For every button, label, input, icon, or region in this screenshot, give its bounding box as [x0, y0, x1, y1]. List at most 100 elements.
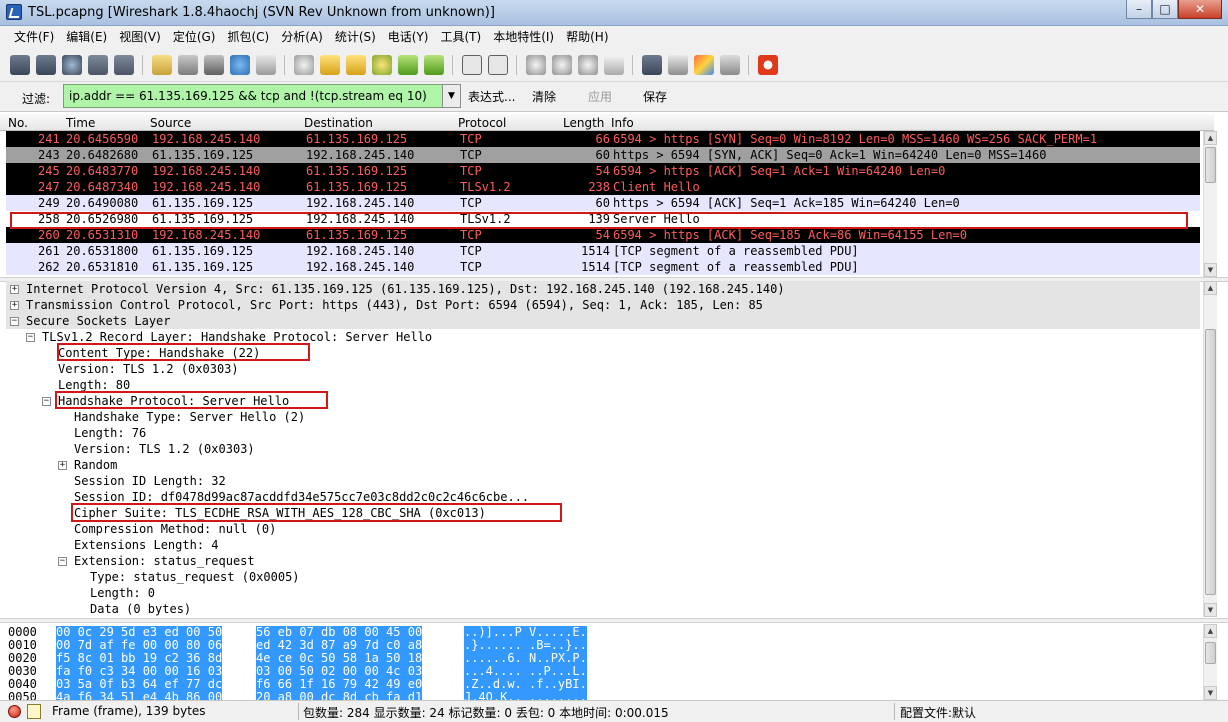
menu-file[interactable]: 文件(F) [8, 26, 60, 48]
help-icon[interactable] [758, 55, 778, 75]
column-header-protocol[interactable]: Protocol [458, 116, 506, 130]
resize-columns-icon[interactable] [604, 55, 624, 75]
menu-view[interactable]: 视图(V) [113, 26, 167, 48]
menu-telephony[interactable]: 电话(Y) [382, 26, 435, 48]
print-icon[interactable] [256, 55, 276, 75]
menu-edit[interactable]: 编辑(E) [60, 26, 113, 48]
packet-details-tree[interactable]: + Internet Protocol Version 4, Src: 61.13… [6, 281, 1200, 617]
go-first-icon[interactable] [398, 55, 418, 75]
collapse-icon[interactable]: − [58, 557, 67, 566]
packet-bytes-pane[interactable]: 0000 00 0c 29 5d e3 ed 00 50 56 eb 07 db… [6, 624, 1200, 700]
normal-size-icon[interactable] [578, 55, 598, 75]
go-to-packet-icon[interactable] [372, 55, 392, 75]
expand-icon[interactable]: + [10, 301, 19, 310]
column-header-destination[interactable]: Destination [304, 116, 373, 130]
scroll-up-icon[interactable]: ▲ [1204, 281, 1217, 295]
zoom-out-icon[interactable] [552, 55, 572, 75]
filter-save-button[interactable]: 保存 [643, 88, 667, 105]
expert-info-icon[interactable] [8, 705, 21, 718]
filter-expression-button[interactable]: 表达式... [468, 88, 515, 105]
expand-icon[interactable]: + [58, 461, 67, 470]
expand-icon[interactable]: + [10, 285, 19, 294]
menu-help[interactable]: 帮助(H) [560, 26, 614, 48]
save-file-icon[interactable] [178, 55, 198, 75]
stop-capture-icon[interactable] [88, 55, 108, 75]
bytes-hex[interactable]: 20 a8 00 dc 8d cb fa d1 [256, 691, 423, 700]
detail-tree-item[interactable]: − Secure Sockets Layer [6, 313, 1200, 329]
detail-tree-item[interactable]: + Transmission Control Protocol, Src Port… [6, 297, 1200, 313]
packet-list-scrollbar[interactable]: ▲ ▼ [1203, 131, 1217, 277]
scroll-thumb[interactable] [1205, 642, 1216, 664]
minimize-button[interactable]: – [1126, 0, 1152, 19]
detail-tree-text: Random [74, 458, 118, 472]
capture-filters-icon[interactable] [642, 55, 662, 75]
auto-scroll-icon[interactable] [488, 55, 508, 75]
interface-list-icon[interactable] [10, 55, 30, 75]
menu-capture[interactable]: 抓包(C) [221, 26, 275, 48]
filter-dropdown-button[interactable]: ▼ [442, 84, 461, 108]
packet-row[interactable]: 260 20.6531310 192.168.245.140 61.135.16… [6, 227, 1200, 243]
scroll-thumb[interactable] [1205, 329, 1216, 595]
packet-row[interactable]: 261 20.6531800 61.135.169.125 192.168.24… [6, 243, 1200, 259]
open-file-icon[interactable] [152, 55, 172, 75]
zoom-in-icon[interactable] [526, 55, 546, 75]
close-file-icon[interactable] [204, 55, 224, 75]
packet-row-selected[interactable]: 258 20.6526980 61.135.169.125 192.168.24… [6, 211, 1200, 227]
maximize-button[interactable]: □ [1152, 0, 1178, 19]
bytes-hex[interactable]: 4a f6 34 51 e4 4b 86 00 [56, 691, 223, 700]
column-header-time[interactable]: Time [66, 116, 95, 130]
find-packet-icon[interactable] [294, 55, 314, 75]
scroll-up-icon[interactable]: ▲ [1204, 624, 1217, 638]
menu-go[interactable]: 定位(G) [167, 26, 222, 48]
filter-clear-button[interactable]: 清除 [532, 88, 556, 105]
filter-apply-button[interactable]: 应用 [588, 88, 612, 105]
packet-row[interactable]: 247 20.6487340 192.168.245.140 61.135.16… [6, 179, 1200, 195]
scroll-down-icon[interactable]: ▼ [1204, 603, 1217, 617]
scroll-up-icon[interactable]: ▲ [1204, 131, 1217, 145]
display-filter-input[interactable]: ip.addr == 61.135.169.125 && tcp and !(t… [63, 84, 459, 108]
scroll-thumb[interactable] [1205, 147, 1216, 183]
column-header-info[interactable]: Info [611, 116, 634, 130]
start-capture-icon[interactable] [62, 55, 82, 75]
capture-comment-icon[interactable] [27, 704, 41, 719]
go-last-icon[interactable] [424, 55, 444, 75]
column-header-length[interactable]: Length [563, 116, 604, 130]
packet-length: 60 [595, 196, 610, 210]
menu-statistics[interactable]: 统计(S) [329, 26, 382, 48]
status-profile[interactable]: 配置文件:默认 [900, 704, 976, 721]
close-button[interactable]: ✕ [1178, 0, 1222, 19]
coloring-rules-icon[interactable] [694, 55, 714, 75]
scroll-down-icon[interactable]: ▼ [1204, 263, 1217, 277]
capture-options-icon[interactable] [36, 55, 56, 75]
collapse-icon[interactable]: − [26, 333, 35, 342]
detail-tree-item[interactable]: + Internet Protocol Version 4, Src: 61.13… [6, 281, 1200, 297]
restart-capture-icon[interactable] [114, 55, 134, 75]
go-back-icon[interactable] [320, 55, 340, 75]
pane-splitter[interactable] [0, 618, 1228, 623]
details-scrollbar[interactable]: ▲ ▼ [1203, 281, 1217, 617]
bytes-ascii[interactable]: J.4Q.K.. ........ [464, 691, 587, 700]
bytes-scrollbar[interactable]: ▲ ▼ [1203, 624, 1217, 700]
packet-time: 20.6487340 [66, 180, 139, 194]
menu-tools[interactable]: 工具(T) [435, 26, 488, 48]
collapse-icon[interactable]: − [10, 317, 19, 326]
colorize-icon[interactable] [462, 55, 482, 75]
preferences-icon[interactable] [720, 55, 740, 75]
go-forward-icon[interactable] [346, 55, 366, 75]
collapse-icon[interactable]: − [42, 397, 51, 406]
packet-row[interactable]: 243 20.6482680 61.135.169.125 192.168.24… [6, 147, 1200, 163]
main-toolbar [0, 48, 1228, 82]
packet-destination: 192.168.245.140 [306, 260, 415, 274]
display-filters-icon[interactable] [668, 55, 688, 75]
reload-icon[interactable] [230, 55, 250, 75]
packet-row[interactable]: 245 20.6483770 192.168.245.140 61.135.16… [6, 163, 1200, 179]
column-header-no[interactable]: No. [8, 116, 28, 130]
column-header-source[interactable]: Source [150, 116, 191, 130]
packet-row[interactable]: 262 20.6531810 61.135.169.125 192.168.24… [6, 259, 1200, 275]
scroll-down-icon[interactable]: ▼ [1204, 686, 1217, 700]
menu-analyze[interactable]: 分析(A) [275, 26, 329, 48]
packet-list[interactable]: 241 20.6456590 192.168.245.140 61.135.16… [6, 131, 1200, 277]
menu-internals[interactable]: 本地特性(I) [487, 26, 560, 48]
packet-row[interactable]: 241 20.6456590 192.168.245.140 61.135.16… [6, 131, 1200, 147]
packet-row[interactable]: 249 20.6490080 61.135.169.125 192.168.24… [6, 195, 1200, 211]
